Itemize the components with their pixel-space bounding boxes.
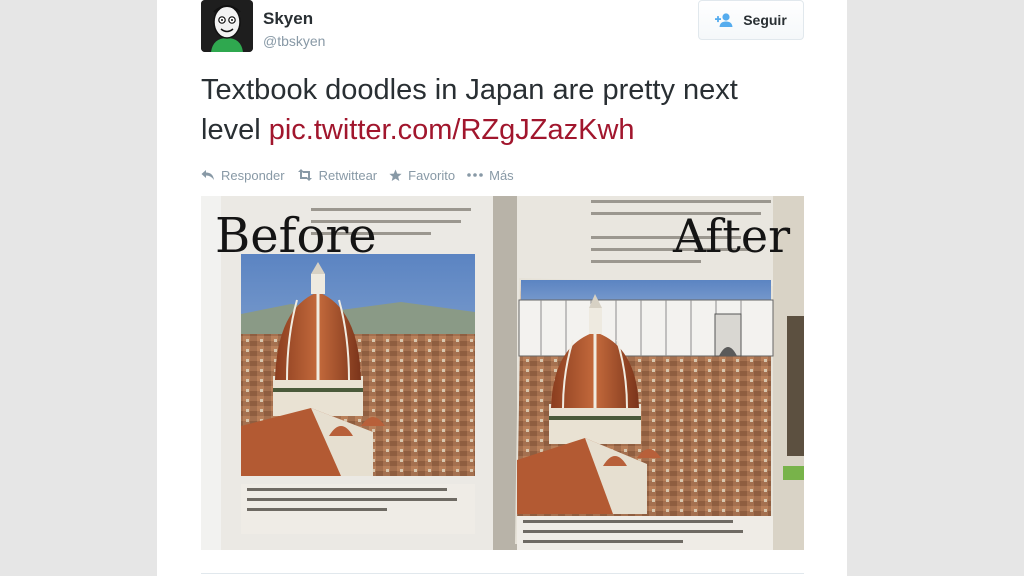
more-label: Más: [489, 167, 514, 183]
after-label: After: [672, 209, 790, 263]
retweet-label: Retwittear: [318, 167, 378, 183]
tweet-text: Textbook doodles in Japan are pretty nex…: [201, 70, 801, 150]
reply-action[interactable]: Responder: [201, 168, 285, 183]
tweet-media-link[interactable]: pic.twitter.com/RZgJZazKwh: [269, 114, 635, 146]
after-photo: [515, 278, 774, 550]
add-user-icon: [715, 13, 733, 27]
favorite-action[interactable]: Favorito: [389, 168, 455, 183]
card-divider: [201, 573, 804, 574]
user-handle[interactable]: @tbskyen: [263, 33, 325, 49]
retweet-action[interactable]: Retwittear: [297, 167, 378, 183]
user-avatar[interactable]: [201, 0, 253, 52]
tweet-photo[interactable]: Before After: [201, 196, 804, 550]
reply-label: Responder: [221, 167, 285, 183]
more-action[interactable]: Más: [467, 168, 514, 183]
more-icon: [467, 173, 483, 177]
user-name[interactable]: Skyen: [263, 9, 313, 29]
reply-icon: [201, 170, 214, 180]
tweet-card: Skyen @tbskyen Seguir Textbook doodles i…: [157, 0, 847, 576]
cartoon-avatar-icon: [201, 0, 253, 52]
textbook-photo: Before After: [201, 196, 804, 550]
follow-button-label: Seguir: [743, 12, 787, 28]
favorite-label: Favorito: [408, 167, 456, 183]
star-icon: [389, 169, 402, 181]
follow-button[interactable]: Seguir: [698, 0, 804, 40]
retweet-icon: [297, 169, 312, 181]
before-photo: [241, 254, 475, 534]
before-label: Before: [215, 208, 377, 264]
tweet-actions: Responder Retwittear Favorito Más: [201, 165, 514, 185]
